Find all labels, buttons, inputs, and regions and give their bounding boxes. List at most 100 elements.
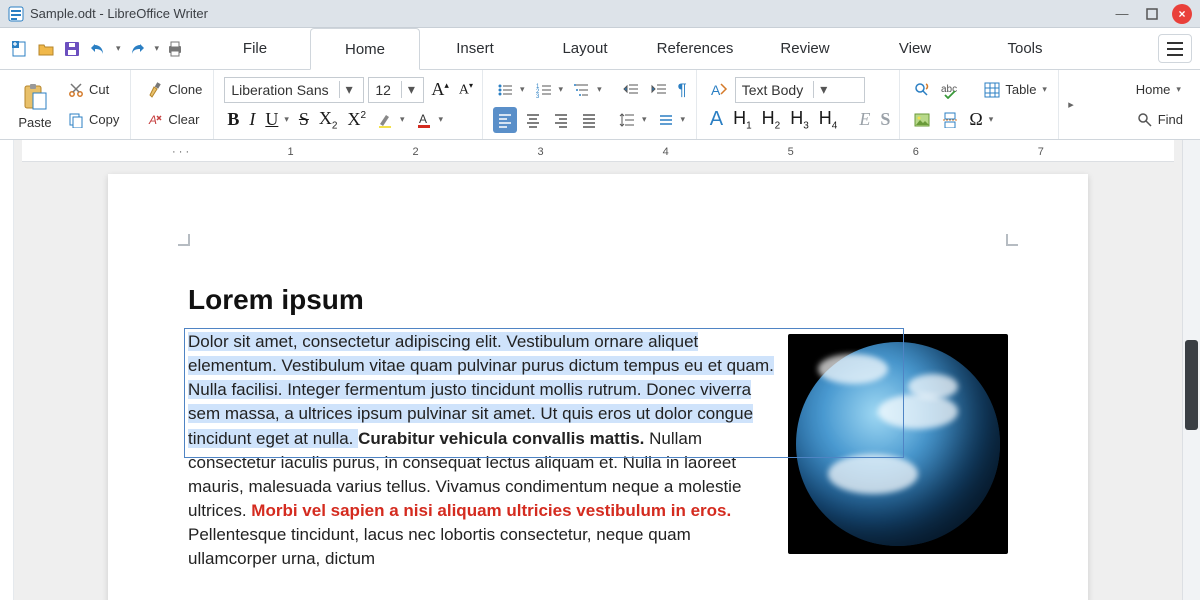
find-replace-button[interactable]: [910, 77, 934, 103]
side-tab-label: Home: [1136, 82, 1171, 97]
document-page[interactable]: Lorem ipsum Dolor sit amet, consectetur …: [108, 174, 1088, 600]
format-painter-group: Clone A Clear: [135, 70, 214, 139]
copy-button[interactable]: Copy: [62, 107, 124, 133]
heading1-button[interactable]: H1: [730, 107, 755, 133]
number-list-button[interactable]: 123▾: [532, 77, 567, 103]
paste-button[interactable]: Paste: [12, 75, 58, 135]
styles-button[interactable]: A: [707, 77, 731, 103]
menu-tabs: File Home Insert Layout References Revie…: [200, 28, 1150, 69]
tab-layout[interactable]: Layout: [530, 28, 640, 69]
font-size-select[interactable]: 12 ▾: [368, 77, 424, 103]
menu-row: ▾ ▾ File Home Insert Layout References R…: [0, 28, 1200, 70]
italic-button[interactable]: I: [246, 107, 258, 133]
tab-tools[interactable]: Tools: [970, 28, 1080, 69]
heading2-button[interactable]: H2: [759, 107, 784, 133]
align-center-button[interactable]: [521, 107, 545, 133]
cut-button[interactable]: Cut: [62, 77, 124, 103]
open-icon[interactable]: [36, 39, 56, 59]
undo-dropdown[interactable]: ▾: [116, 43, 121, 54]
clone-format-button[interactable]: Clone: [141, 77, 207, 103]
close-button[interactable]: ×: [1172, 4, 1192, 24]
paragraph-style-select[interactable]: Text Body ▾: [735, 77, 865, 103]
bullet-list-button[interactable]: ▾: [493, 77, 528, 103]
subscript-button[interactable]: X2: [316, 107, 341, 133]
chevron-down-icon: ▾: [813, 81, 827, 98]
line-spacing-button[interactable]: ▾: [615, 107, 650, 133]
strikethrough-button[interactable]: S: [296, 107, 312, 133]
emphasis-button[interactable]: E: [856, 107, 873, 133]
horizontal-ruler[interactable]: · · · 1 2 3 4 5 6 7: [22, 140, 1174, 162]
highlighter-icon: [376, 111, 394, 129]
redo-dropdown[interactable]: ▾: [155, 43, 160, 54]
red-bold-text: Morbi vel sapien a nisi aliquam ultricie…: [251, 501, 731, 520]
font-color-icon: A: [415, 111, 433, 129]
decrease-indent-button[interactable]: [647, 77, 671, 103]
maximize-button[interactable]: [1142, 4, 1162, 24]
tab-file[interactable]: File: [200, 28, 310, 69]
font-size-value: 12: [375, 82, 391, 98]
new-doc-icon[interactable]: [10, 39, 30, 59]
insert-pagebreak-button[interactable]: [938, 107, 962, 133]
clipboard-group: Paste Cut Copy: [6, 70, 131, 139]
search-replace-icon: [913, 81, 931, 99]
tab-view[interactable]: View: [860, 28, 970, 69]
clear-format-button[interactable]: A Clear: [141, 107, 207, 133]
hamburger-menu[interactable]: [1158, 34, 1192, 63]
tab-insert[interactable]: Insert: [420, 28, 530, 69]
ruler-tick: 4: [663, 146, 669, 158]
grow-font-button[interactable]: A▴: [428, 77, 452, 103]
heading3-button[interactable]: H3: [787, 107, 812, 133]
superscript-button[interactable]: X2: [344, 107, 369, 133]
outdent-icon: [650, 81, 668, 99]
highlight-color-button[interactable]: ▾: [373, 107, 408, 133]
find-label: Find: [1158, 112, 1183, 127]
selection-outline: [184, 328, 904, 458]
align-left-button[interactable]: [493, 107, 517, 133]
formatting-marks-button[interactable]: ¶: [675, 77, 690, 103]
copy-icon: [67, 111, 85, 129]
font-name-select[interactable]: Liberation Sans ▾: [224, 77, 364, 103]
bold-button[interactable]: B: [224, 107, 242, 133]
spellcheck-button[interactable]: abc: [938, 77, 962, 103]
save-icon[interactable]: [62, 39, 82, 59]
pagebreak-icon: [941, 111, 959, 129]
ruler-tick: 5: [788, 146, 794, 158]
document-heading[interactable]: Lorem ipsum: [188, 284, 1008, 316]
align-right-button[interactable]: [549, 107, 573, 133]
default-style-button[interactable]: A: [707, 107, 726, 133]
font-color-button[interactable]: A▾: [412, 107, 447, 133]
find-button[interactable]: Find: [1131, 107, 1188, 133]
body-text-tail: Pellentesque tincidunt, lacus nec lobort…: [188, 525, 691, 568]
side-group: Home▾ Find: [1125, 70, 1194, 139]
minimize-button[interactable]: —: [1112, 4, 1132, 24]
insert-symbol-button[interactable]: Ω▾: [966, 107, 996, 133]
ribbon-overflow[interactable]: ▸: [1063, 98, 1079, 111]
tab-review[interactable]: Review: [750, 28, 860, 69]
tab-references[interactable]: References: [640, 28, 750, 69]
table-icon: [983, 81, 1001, 99]
insert-table-button[interactable]: Table▾: [978, 77, 1052, 103]
table-label: Table: [1005, 82, 1036, 97]
chevron-down-icon: ▾: [339, 81, 353, 98]
quick-toolbar: ▾ ▾: [0, 28, 200, 69]
outline-list-button[interactable]: ▾: [570, 77, 605, 103]
undo-icon[interactable]: [88, 39, 108, 59]
vertical-scrollbar[interactable]: [1182, 140, 1200, 600]
side-tab-select[interactable]: Home▾: [1131, 77, 1188, 103]
shrink-font-button[interactable]: A▾: [456, 77, 476, 103]
scrollbar-thumb[interactable]: [1185, 340, 1198, 430]
increase-indent-button[interactable]: [619, 77, 643, 103]
tab-home[interactable]: Home: [310, 28, 420, 70]
document-viewport[interactable]: · · · 1 2 3 4 5 6 7 Lorem ipsum: [14, 140, 1182, 600]
print-icon[interactable]: [165, 39, 185, 59]
strong-button[interactable]: S: [877, 107, 893, 133]
redo-icon[interactable]: [127, 39, 147, 59]
heading4-button[interactable]: H4: [816, 107, 841, 133]
paragraph-spacing-button[interactable]: ▾: [654, 107, 689, 133]
font-name-value: Liberation Sans: [231, 82, 328, 98]
insert-image-button[interactable]: [910, 107, 934, 133]
underline-button[interactable]: U▾: [262, 107, 292, 133]
align-justify-button[interactable]: [577, 107, 601, 133]
image-icon: [913, 111, 931, 129]
paragraph-group: ▾ 123▾ ▾ ¶ ▾ ▾: [487, 70, 697, 139]
